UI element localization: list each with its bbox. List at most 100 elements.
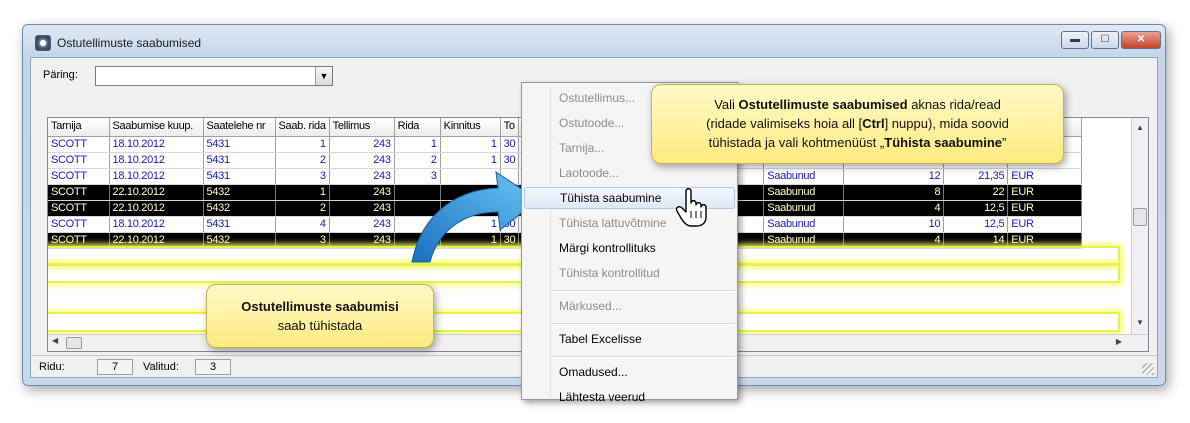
cell-hind[interactable]: 14 xyxy=(943,232,1009,249)
column-header[interactable]: Saatelehe nr xyxy=(203,118,276,137)
cell-kogus[interactable]: 4 xyxy=(843,200,945,217)
cell-kuup[interactable]: 18.10.2012 xyxy=(109,152,204,169)
resize-grip-icon[interactable] xyxy=(1142,363,1154,375)
cell-saab-rida[interactable]: 4 xyxy=(275,216,330,233)
cell-valuuta[interactable]: EUR xyxy=(1007,216,1083,233)
note-callout: Ostutellimuste saabumisi saab tühistada xyxy=(206,284,434,348)
cell-kogus[interactable]: 12 xyxy=(843,168,945,185)
column-header[interactable]: To xyxy=(500,118,520,137)
menu-separator xyxy=(552,290,735,292)
cell-saab-rida[interactable]: 2 xyxy=(275,200,330,217)
cell-tarnija[interactable]: SCOTT xyxy=(48,216,110,233)
cell-saateleht[interactable]: 5431 xyxy=(203,136,276,153)
cell-valuuta[interactable]: EUR xyxy=(1007,232,1083,249)
selected-count-label: Valitud: xyxy=(143,361,179,373)
cell-olek[interactable]: Saabunud xyxy=(763,184,845,201)
cell-kuup[interactable]: 22.10.2012 xyxy=(109,184,204,201)
chevron-down-icon[interactable]: ▼ xyxy=(315,67,332,85)
cell-tellimus[interactable]: 243 xyxy=(329,232,395,249)
cell-kogus[interactable]: 10 xyxy=(843,216,945,233)
cell-saateleht[interactable]: 5431 xyxy=(203,152,276,169)
cell-saateleht[interactable]: 5432 xyxy=(203,232,276,249)
cell-valuuta[interactable]: EUR xyxy=(1007,184,1083,201)
cell-saateleht[interactable]: 5431 xyxy=(203,168,276,185)
column-header[interactable]: Saab. rida xyxy=(275,118,330,137)
cell-kuup[interactable]: 18.10.2012 xyxy=(109,136,204,153)
column-header[interactable]: Kinnitus xyxy=(440,118,501,137)
callout-text: aknas rida/read xyxy=(907,97,1001,112)
cell-hind[interactable]: 12,5 xyxy=(943,200,1009,217)
menu-item-märkused: Märkused... xyxy=(559,299,622,313)
cell-tellimus[interactable]: 243 xyxy=(329,200,395,217)
close-button[interactable]: ✕ xyxy=(1121,31,1161,49)
cell-saab-rida[interactable]: 1 xyxy=(275,136,330,153)
cell-saateleht[interactable]: 5432 xyxy=(203,200,276,217)
scroll-thumb[interactable] xyxy=(1133,208,1147,226)
menu-item-omadused[interactable]: Omadused... xyxy=(524,361,735,383)
column-header[interactable]: Rida xyxy=(394,118,441,137)
menu-item-lähtesta-veerud[interactable]: Lähtesta veerud xyxy=(524,386,735,408)
cell-kuup[interactable]: 18.10.2012 xyxy=(109,168,204,185)
menu-separator xyxy=(552,323,735,325)
column-header[interactable]: Tellimus xyxy=(329,118,395,137)
cell-tellimus[interactable]: 243 xyxy=(329,152,395,169)
cell-valuuta[interactable]: EUR xyxy=(1007,200,1083,217)
cell-kogus[interactable]: 8 xyxy=(843,184,945,201)
cell-saab-rida[interactable]: 3 xyxy=(275,168,330,185)
selected-count-value: 3 xyxy=(195,359,231,375)
cell-olek[interactable]: Saabunud xyxy=(763,168,845,185)
cell-tarnija[interactable]: SCOTT xyxy=(48,184,110,201)
cell-kuup[interactable]: 18.10.2012 xyxy=(109,216,204,233)
vertical-scrollbar[interactable]: ▲ ▼ xyxy=(1131,118,1148,351)
cell-tellimus[interactable]: 243 xyxy=(329,136,395,153)
cell-tarnija[interactable]: SCOTT xyxy=(48,152,110,169)
instruction-callout: Vali Ostutellimuste saabumised aknas rid… xyxy=(651,84,1064,164)
cell-saateleht[interactable]: 5431 xyxy=(203,216,276,233)
scroll-left-icon[interactable]: ◀ xyxy=(52,336,58,345)
cell-saab-rida[interactable]: 1 xyxy=(275,184,330,201)
column-header[interactable]: Tarnija xyxy=(48,118,110,137)
cell-tellimus[interactable]: 243 xyxy=(329,184,395,201)
minimize-button[interactable]: ▬ xyxy=(1061,31,1089,49)
scroll-down-icon[interactable]: ▼ xyxy=(1132,315,1148,331)
query-dropdown[interactable]: ▼ xyxy=(95,66,333,86)
rows-count-label: Ridu: xyxy=(39,361,65,373)
callout-text: (ridade valimiseks hoia all [ xyxy=(706,116,863,131)
menu-item-märgi-kontrollituks[interactable]: Märgi kontrollituks xyxy=(524,237,735,259)
scroll-right-icon[interactable]: ▶ xyxy=(1116,337,1122,346)
rows-count-value: 7 xyxy=(97,359,133,375)
menu-item-tühista-kontrollitud: Tühista kontrollitud xyxy=(559,266,660,280)
cell-saateleht[interactable]: 5432 xyxy=(203,184,276,201)
cell-olek[interactable]: Saabunud xyxy=(763,216,845,233)
cell-tarnija[interactable]: SCOTT xyxy=(48,136,110,153)
cell-kuup[interactable]: 22.10.2012 xyxy=(109,232,204,249)
scroll-up-icon[interactable]: ▲ xyxy=(1132,120,1148,136)
cell-tellimus[interactable]: 243 xyxy=(329,168,395,185)
column-header[interactable]: Saabumise kuup. xyxy=(109,118,204,137)
cell-kogus[interactable]: 4 xyxy=(843,232,945,249)
cell-olek[interactable]: Saabunud xyxy=(763,232,845,249)
window-title: Ostutellimuste saabumised xyxy=(57,36,202,50)
cell-tellimus[interactable]: 243 xyxy=(329,216,395,233)
cell-valuuta[interactable]: EUR xyxy=(1007,168,1083,185)
callout-text: ” xyxy=(1002,135,1007,150)
callout-bold: Ostutellimuste saabumisi xyxy=(241,299,399,314)
cell-tarnija[interactable]: SCOTT xyxy=(48,232,110,249)
cell-tarnija[interactable]: SCOTT xyxy=(48,200,110,217)
maximize-button[interactable]: ☐ xyxy=(1091,31,1119,49)
cell-saab-rida[interactable]: 3 xyxy=(275,232,330,249)
hand-cursor-icon xyxy=(675,188,707,227)
cell-hind[interactable]: 22 xyxy=(943,184,1009,201)
cell-kuup[interactable]: 22.10.2012 xyxy=(109,200,204,217)
callout-bold: Ostutellimuste saabumised xyxy=(738,97,908,112)
cell-hind[interactable]: 21,35 xyxy=(943,168,1009,185)
cell-olek[interactable]: Saabunud xyxy=(763,200,845,217)
callout-text: tühistada ja vali kohtmenüüst „ xyxy=(708,135,885,150)
callout-bold: Ctrl xyxy=(862,116,885,131)
hscroll-thumb[interactable] xyxy=(66,337,82,349)
cell-hind[interactable]: 12,5 xyxy=(943,216,1009,233)
title-bar[interactable]: Ostutellimuste saabumised ▬ ☐ ✕ xyxy=(23,25,1165,59)
cell-saab-rida[interactable]: 2 xyxy=(275,152,330,169)
menu-item-tabel-excelisse[interactable]: Tabel Excelisse xyxy=(524,328,735,350)
cell-tarnija[interactable]: SCOTT xyxy=(48,168,110,185)
